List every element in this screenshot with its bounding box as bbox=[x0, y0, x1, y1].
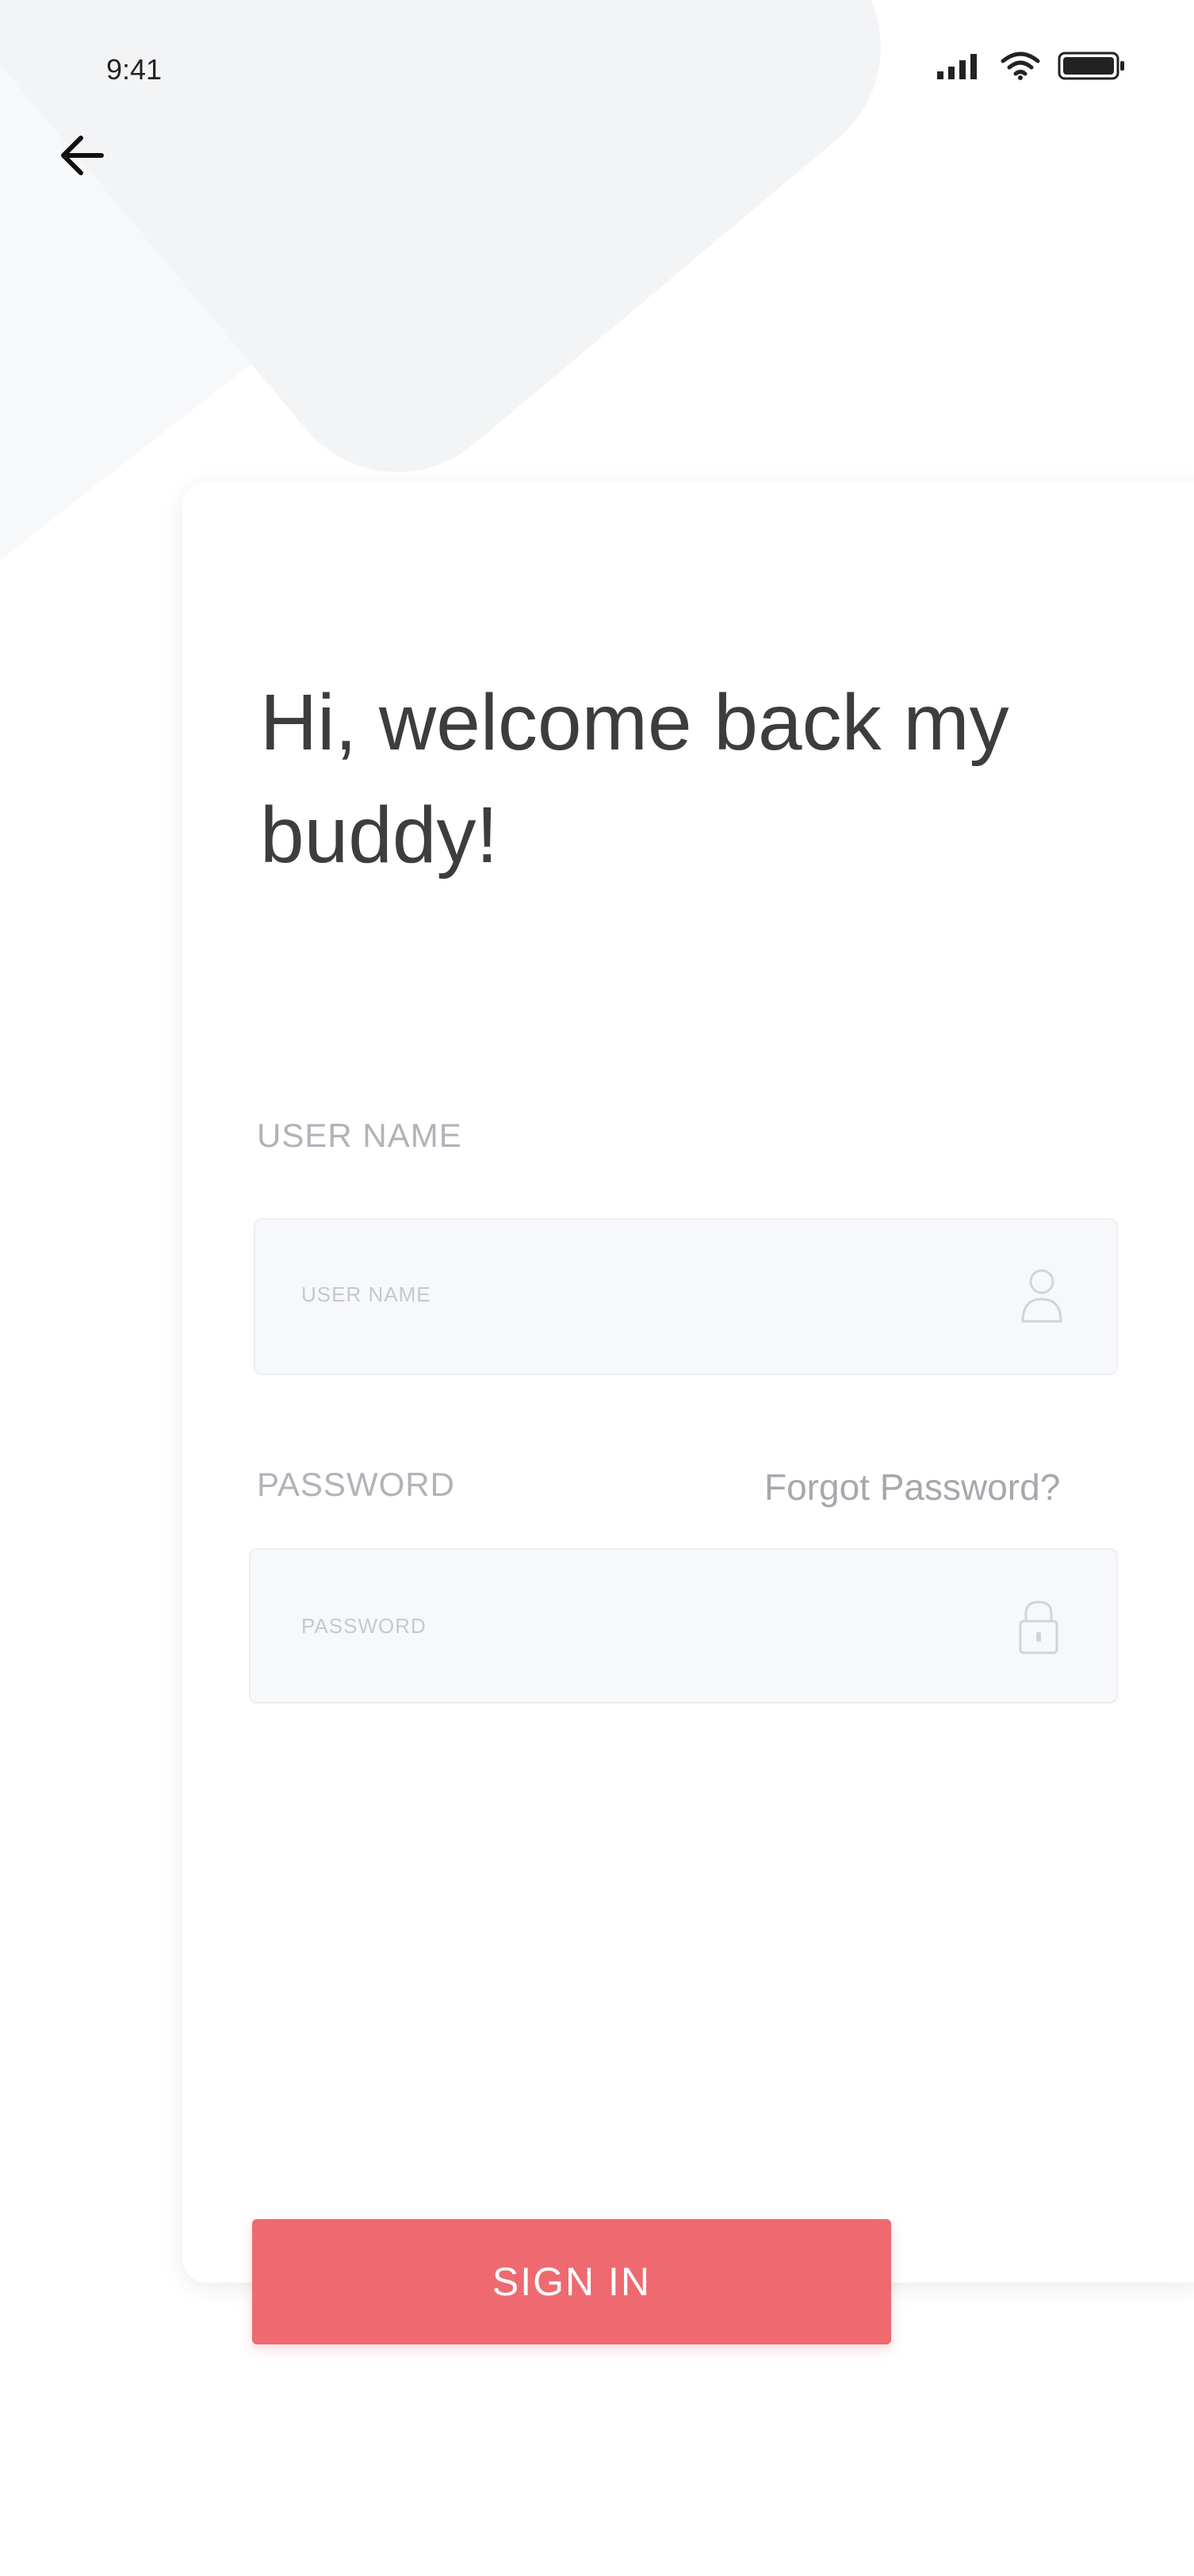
battery-icon bbox=[1058, 52, 1126, 84]
password-input[interactable] bbox=[300, 1613, 937, 1639]
arrow-left-icon bbox=[57, 130, 108, 185]
forgot-password-link[interactable]: Forgot Password? bbox=[764, 1466, 1060, 1508]
signal-icon bbox=[937, 52, 983, 83]
status-bar: 9:41 bbox=[62, 44, 1142, 86]
password-label: PASSWORD bbox=[257, 1466, 455, 1503]
wifi-icon bbox=[1001, 52, 1040, 84]
status-time: 9:41 bbox=[106, 53, 163, 86]
password-field[interactable] bbox=[249, 1548, 1118, 1704]
sign-in-button[interactable]: SIGN IN bbox=[252, 2219, 891, 2344]
username-label: USER NAME bbox=[257, 1117, 462, 1154]
welcome-heading: Hi, welcome back my buddy! bbox=[260, 678, 1009, 880]
status-icons bbox=[937, 52, 1126, 84]
username-field[interactable] bbox=[254, 1218, 1118, 1375]
username-input[interactable] bbox=[300, 1282, 937, 1308]
lock-icon bbox=[1016, 1597, 1061, 1660]
back-button[interactable] bbox=[52, 127, 113, 187]
user-icon bbox=[1018, 1264, 1066, 1328]
